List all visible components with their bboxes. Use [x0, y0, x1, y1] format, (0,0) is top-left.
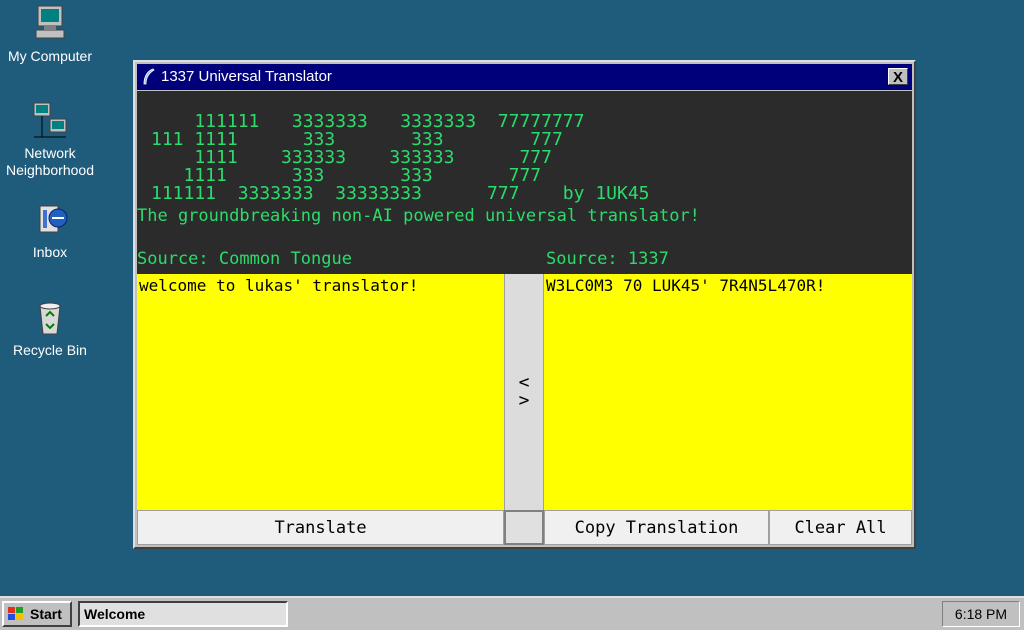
close-button[interactable]: X	[888, 68, 908, 86]
input-textarea[interactable]: welcome to lukas' translator!	[137, 274, 504, 510]
swap-arrows-icon: < >	[518, 372, 530, 411]
close-icon: X	[892, 69, 903, 86]
source-language-left[interactable]: Source: Common Tongue	[137, 249, 352, 269]
title-bar[interactable]: 1337 Universal Translator X	[137, 64, 912, 90]
taskbar: Start Welcome 6:18 PM	[0, 596, 1024, 630]
desktop-icon-inbox[interactable]: Inbox	[0, 200, 100, 261]
copy-translation-button[interactable]: Copy Translation	[544, 510, 769, 545]
blank-button[interactable]	[504, 510, 544, 545]
network-icon	[30, 101, 70, 141]
clear-all-button[interactable]: Clear All	[769, 510, 912, 545]
computer-icon	[30, 4, 70, 44]
recycle-bin-icon	[30, 298, 70, 338]
desktop-icon-network-neighborhood[interactable]: Network Neighborhood	[0, 101, 100, 179]
quill-icon	[141, 68, 157, 86]
window-title: 1337 Universal Translator	[161, 68, 332, 85]
translate-button[interactable]: Translate	[137, 510, 504, 545]
desktop-icon-label: My Computer	[7, 48, 93, 64]
desktop-icon-my-computer[interactable]: My Computer	[0, 4, 100, 65]
inbox-icon	[30, 200, 70, 240]
translator-app: 111111 3333333 3333333 77777777 111 1111…	[137, 91, 912, 545]
output-textarea[interactable]: W3LC0M3 70 LUK45' 7R4N5L470R!	[544, 274, 912, 510]
taskbar-item-welcome[interactable]: Welcome	[78, 601, 288, 627]
desktop-icon-label: Network Neighborhood	[6, 145, 94, 178]
system-clock[interactable]: 6:18 PM	[942, 601, 1020, 627]
tagline: The groundbreaking non-AI powered univer…	[137, 206, 700, 226]
start-button[interactable]: Start	[2, 601, 72, 627]
desktop-icon-label: Inbox	[32, 244, 68, 260]
desktop-icon-recycle-bin[interactable]: Recycle Bin	[0, 298, 100, 359]
translator-window: 1337 Universal Translator X 111111 33333…	[133, 60, 916, 549]
ascii-art-banner: 111111 3333333 3333333 77777777 111 1111…	[151, 111, 650, 204]
windows-logo-icon	[7, 606, 25, 622]
start-label: Start	[30, 606, 62, 622]
source-language-right[interactable]: Source: 1337	[546, 249, 669, 269]
swap-button[interactable]: < >	[504, 274, 544, 510]
desktop-icon-label: Recycle Bin	[13, 342, 87, 358]
